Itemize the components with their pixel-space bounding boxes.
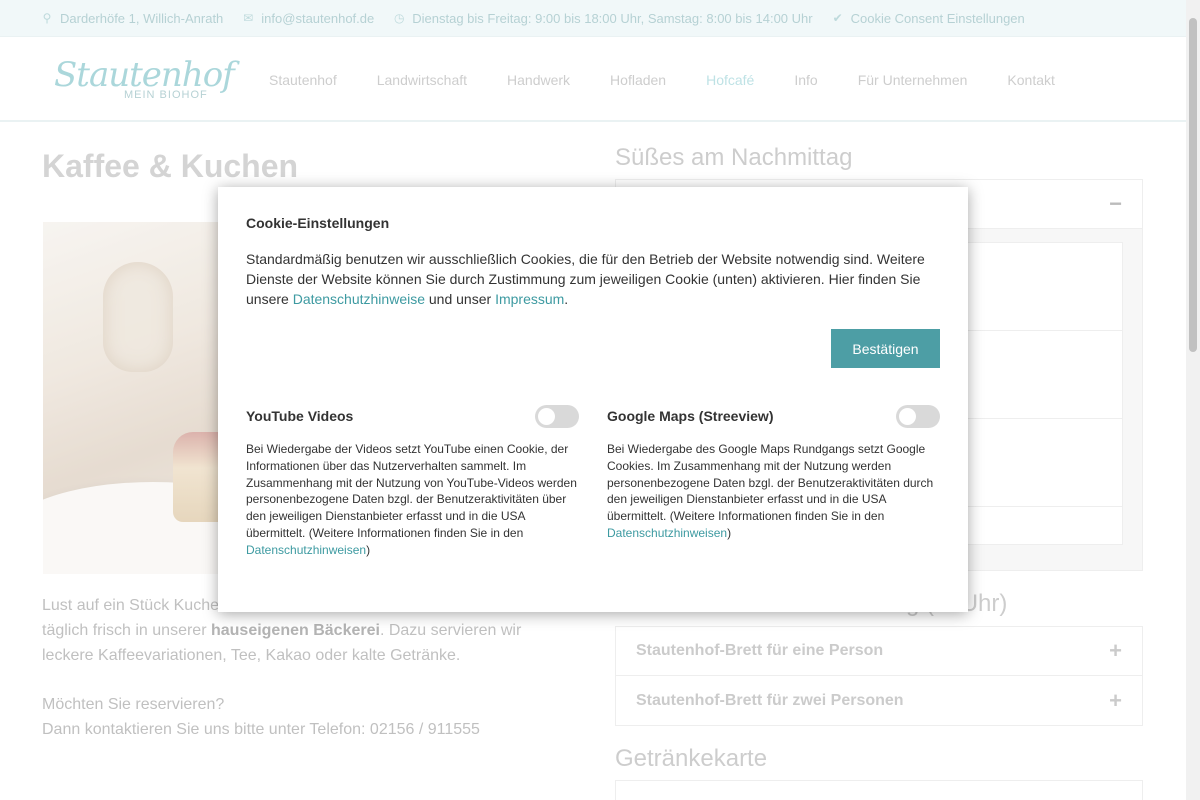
service-name: YouTube Videos	[246, 408, 354, 424]
service-youtube: YouTube Videos Bei Wiedergabe der Videos…	[246, 404, 579, 559]
dialog-text-b: und unser	[425, 291, 496, 307]
imprint-link[interactable]: Impressum	[495, 291, 564, 307]
cookie-settings-dialog: Cookie-Einstellungen Standardmäßig benut…	[218, 187, 968, 612]
google-maps-toggle[interactable]	[896, 404, 940, 428]
confirm-button[interactable]: Bestätigen	[831, 329, 940, 368]
scrollbar-thumb[interactable]	[1189, 18, 1197, 352]
service-privacy-link[interactable]: Datenschutzhinweisen	[607, 526, 727, 540]
page-scrollbar[interactable]	[1186, 0, 1200, 800]
dialog-title: Cookie-Einstellungen	[246, 215, 390, 231]
service-google-maps: Google Maps (Streeview) Bei Wiedergabe d…	[607, 404, 940, 542]
dialog-description: Standardmäßig benutzen wir ausschließlic…	[246, 249, 940, 309]
service-description: Bei Wiedergabe der Videos setzt YouTube …	[246, 441, 579, 559]
service-privacy-link[interactable]: Datenschutzhinweisen	[246, 543, 366, 557]
privacy-link[interactable]: Datenschutzhinweise	[293, 291, 425, 307]
dialog-text-c: .	[564, 291, 569, 307]
service-desc-text: Bei Wiedergabe der Videos setzt YouTube …	[246, 442, 577, 540]
service-description: Bei Wiedergabe des Google Maps Rundgangs…	[607, 441, 940, 542]
youtube-toggle[interactable]	[535, 404, 579, 428]
service-desc-tail: )	[727, 525, 732, 540]
service-desc-text: Bei Wiedergabe des Google Maps Rundgangs…	[607, 442, 934, 524]
service-name: Google Maps (Streeview)	[607, 408, 774, 424]
service-desc-tail: )	[366, 542, 371, 557]
